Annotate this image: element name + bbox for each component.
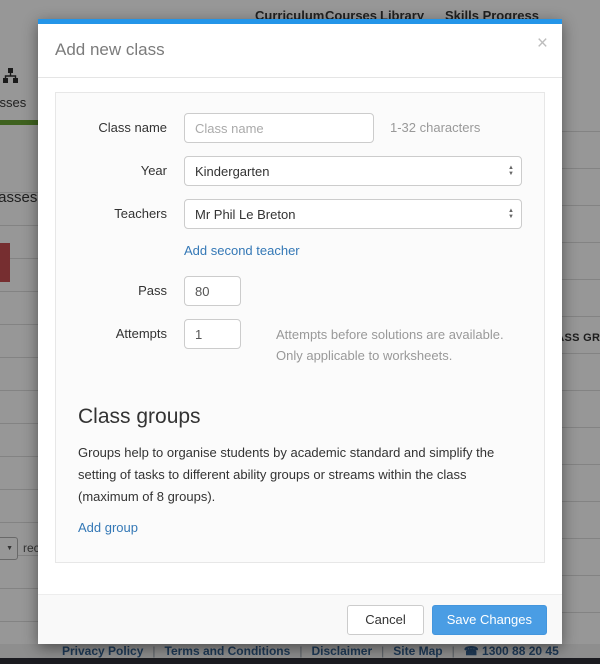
class-name-row: Class name 1-32 characters [78,113,522,143]
pass-row: Pass [78,276,522,306]
close-icon[interactable]: × [537,34,548,53]
modal-footer: Cancel Save Changes [38,594,562,644]
pass-label: Pass [78,276,167,306]
add-group-link[interactable]: Add group [78,520,138,535]
class-groups-title: Class groups [78,405,522,429]
cancel-button[interactable]: Cancel [347,605,423,635]
pass-input[interactable] [184,276,241,306]
modal-title: Add new class [55,40,165,60]
modal-header: Add new class × [38,24,562,78]
teachers-row: Teachers Mr Phil Le Breton ▲▼ [78,199,522,229]
add-new-class-modal: Add new class × Class name 1-32 characte… [38,19,562,644]
save-changes-button[interactable]: Save Changes [432,605,547,635]
teachers-select-value: Mr Phil Le Breton [195,207,295,222]
attempts-row: Attempts Attempts before solutions are a… [78,319,522,366]
form-panel: Class name 1-32 characters Year Kinderga… [55,92,545,563]
teachers-select[interactable]: Mr Phil Le Breton ▲▼ [184,199,522,229]
select-arrows-icon: ▲▼ [508,165,514,177]
attempts-label: Attempts [78,319,167,349]
year-select-value: Kindergarten [195,164,269,179]
class-groups-description: Groups help to organise students by acad… [78,442,523,508]
add-second-teacher-link[interactable]: Add second teacher [184,243,300,258]
select-arrows-icon: ▲▼ [508,208,514,220]
class-name-hint: 1-32 characters [390,113,480,143]
attempts-input[interactable] [184,319,241,349]
year-row: Year Kindergarten ▲▼ [78,156,522,186]
teachers-label: Teachers [78,199,167,229]
add-second-teacher-row: Add second teacher [184,242,522,260]
class-name-input[interactable] [184,113,374,143]
attempts-hint: Attempts before solutions are available.… [276,319,522,366]
year-select[interactable]: Kindergarten ▲▼ [184,156,522,186]
year-label: Year [78,156,167,186]
class-name-label: Class name [78,113,167,143]
